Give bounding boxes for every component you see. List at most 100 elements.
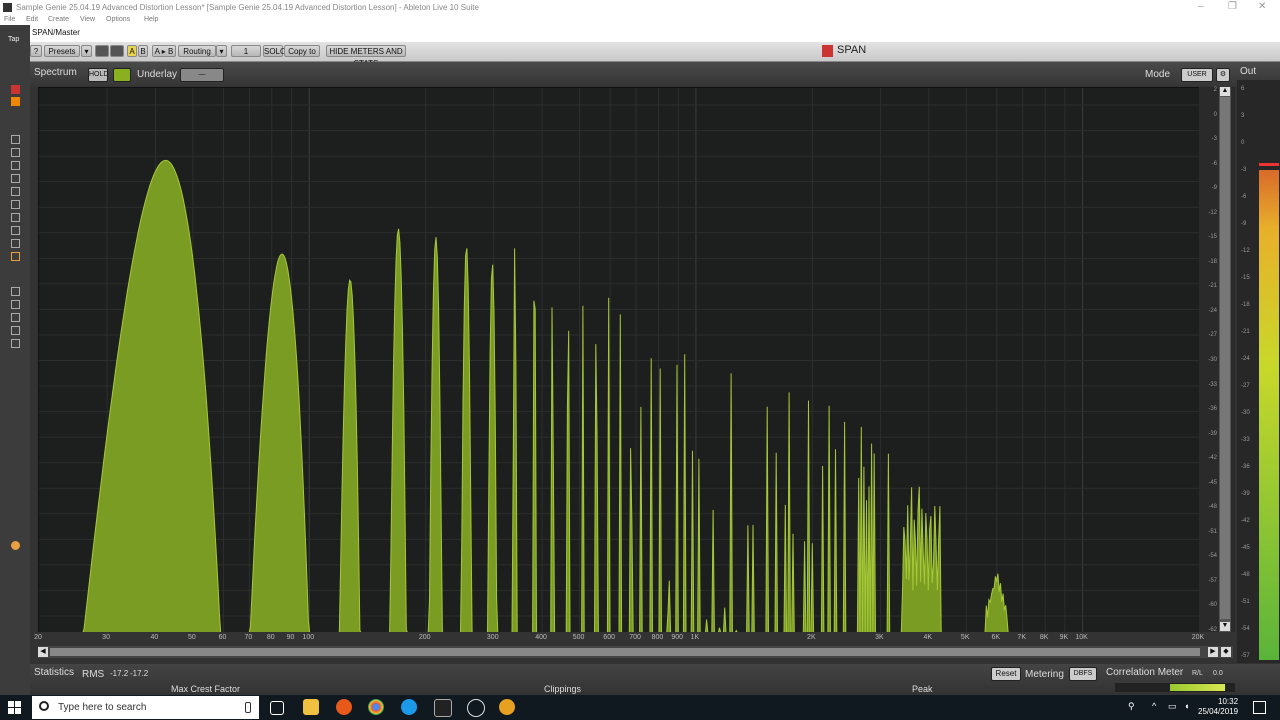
menu-help[interactable]: Help xyxy=(144,16,158,23)
menu-create[interactable]: Create xyxy=(48,16,69,23)
reset-button[interactable]: Reset xyxy=(991,667,1021,681)
db-scale-tick: -24 xyxy=(1208,307,1217,314)
close-button[interactable]: ✕ xyxy=(1258,1,1266,12)
output-level-bar xyxy=(1259,170,1279,660)
ableton-live-icon[interactable] xyxy=(434,699,452,717)
notifications-icon[interactable] xyxy=(1253,701,1266,714)
db-scale-tick: -6 xyxy=(1211,160,1217,167)
clippings-label: Clippings xyxy=(544,684,582,694)
out-scale-tick: -57 xyxy=(1241,653,1250,659)
samples-icon[interactable] xyxy=(11,239,20,248)
help-button[interactable]: ? xyxy=(30,45,42,57)
skype-icon[interactable] xyxy=(401,699,417,715)
db-scale-tick: -42 xyxy=(1208,455,1217,462)
microphone-icon[interactable] xyxy=(245,702,251,713)
correlation-meter-bar xyxy=(1115,683,1235,692)
current-project-icon[interactable] xyxy=(11,313,20,322)
spectrum-color-swatch[interactable] xyxy=(113,68,131,82)
spectrum-label: Spectrum xyxy=(34,67,77,78)
settings-gear-icon[interactable]: ⚙ xyxy=(1216,68,1230,82)
scroll-up-icon[interactable]: ▲ xyxy=(1220,87,1230,96)
out-scale-tick: -36 xyxy=(1241,464,1250,470)
menu-options[interactable]: Options xyxy=(106,16,130,23)
folder-icon[interactable] xyxy=(11,326,20,335)
scroll-right-icon[interactable]: ▶ xyxy=(1208,647,1218,657)
voxengo-logo-icon xyxy=(822,45,833,57)
drums-icon[interactable] xyxy=(11,148,20,157)
chrome-icon[interactable] xyxy=(368,699,384,715)
stop-icon[interactable] xyxy=(11,97,20,106)
menu-edit[interactable]: Edit xyxy=(26,16,38,23)
menu-view[interactable]: View xyxy=(80,16,95,23)
mode-select[interactable]: USER xyxy=(1181,68,1213,82)
instruments-icon[interactable] xyxy=(11,161,20,170)
search-results-icon[interactable] xyxy=(11,252,20,261)
presets-dropdown-icon[interactable]: ▾ xyxy=(81,45,92,57)
rl-value: 0.0 xyxy=(1213,670,1223,677)
preset-b-button[interactable]: B xyxy=(138,45,148,57)
sounds-icon[interactable] xyxy=(11,135,20,144)
routing-dropdown-icon[interactable]: ▾ xyxy=(216,45,227,57)
presets-button[interactable]: Presets xyxy=(44,45,80,57)
taskbar-search-box[interactable]: Type here to search xyxy=(32,696,259,719)
add-folder-icon[interactable] xyxy=(11,339,20,348)
network-icon[interactable]: ▭ xyxy=(1168,701,1177,712)
firefox-icon[interactable] xyxy=(499,699,515,715)
horizontal-zoom-scrollbar[interactable]: ◀ ▶ ◆ xyxy=(38,646,1233,658)
ableton-browser-strip: Tap xyxy=(0,25,30,695)
out-scale-tick: -33 xyxy=(1241,437,1250,443)
peak-label: Peak xyxy=(912,684,933,694)
out-scale-tick: 3 xyxy=(1241,113,1245,119)
app-icon[interactable] xyxy=(467,699,485,717)
undo-button[interactable] xyxy=(95,45,109,57)
scroll-down-icon[interactable]: ▼ xyxy=(1220,622,1230,631)
record-icon[interactable] xyxy=(11,85,20,94)
routing-button[interactable]: Routing xyxy=(178,45,216,57)
audio-effects-icon[interactable] xyxy=(11,174,20,183)
frequency-tick-label: 900 xyxy=(671,634,684,641)
copy-to-button[interactable]: Copy to xyxy=(284,45,320,57)
vertical-scroll-thumb[interactable] xyxy=(1220,97,1230,619)
spectrum-display[interactable] xyxy=(38,87,1200,634)
redo-button[interactable] xyxy=(110,45,124,57)
task-view-icon[interactable] xyxy=(270,701,284,715)
dbfs-select[interactable]: DBFS xyxy=(1069,667,1097,681)
hide-meters-button[interactable]: HIDE METERS AND STATS xyxy=(326,45,406,68)
plugins-icon[interactable] xyxy=(11,213,20,222)
show-hidden-icons[interactable]: ^ xyxy=(1152,701,1156,711)
preset-a-button[interactable]: A xyxy=(127,45,137,57)
user-library-icon[interactable] xyxy=(11,300,20,309)
rms-label: RMS xyxy=(82,669,105,680)
volume-icon[interactable]: ◖ xyxy=(1184,701,1189,711)
channel-group-field[interactable]: 1 xyxy=(231,45,261,57)
frequency-tick-label: 600 xyxy=(603,634,615,641)
out-scale-tick: -6 xyxy=(1241,194,1247,200)
people-icon[interactable]: ⚲ xyxy=(1128,701,1135,712)
device-power-icon[interactable] xyxy=(11,541,20,550)
frequency-tick-label: 3K xyxy=(875,634,884,641)
frequency-tick-label: 6K xyxy=(991,634,1001,641)
horizontal-scroll-thumb[interactable] xyxy=(50,648,1200,656)
windows-start-icon[interactable] xyxy=(8,701,21,714)
tap-tab[interactable]: Tap xyxy=(8,36,19,43)
underlay-select[interactable]: — xyxy=(180,68,224,82)
maximize-button[interactable]: ❐ xyxy=(1228,1,1237,12)
search-app-icon[interactable] xyxy=(336,699,352,715)
solo-button[interactable]: SOLO xyxy=(263,45,286,57)
midi-effects-icon[interactable] xyxy=(11,187,20,196)
vertical-zoom-scrollbar[interactable]: ▲ ▼ xyxy=(1219,87,1231,632)
menu-bar: File Edit Create View Options Help xyxy=(0,15,1280,25)
clips-icon[interactable] xyxy=(11,226,20,235)
hold-button[interactable]: HOLD xyxy=(88,68,108,82)
max-for-live-icon[interactable] xyxy=(11,200,20,209)
frequency-tick-label: 80 xyxy=(266,634,275,641)
taskbar-clock[interactable]: 10:32 25/04/2019 xyxy=(1198,697,1238,717)
file-explorer-icon[interactable] xyxy=(303,699,319,715)
zoom-fit-icon[interactable]: ◆ xyxy=(1221,647,1231,657)
frequency-tick-label: 4K xyxy=(923,634,932,641)
minimize-button[interactable]: – xyxy=(1198,1,1204,12)
packs-icon[interactable] xyxy=(11,287,20,296)
scroll-left-icon[interactable]: ◀ xyxy=(38,647,48,657)
a-to-b-button[interactable]: A ▸ B xyxy=(152,45,176,57)
menu-file[interactable]: File xyxy=(4,16,15,23)
